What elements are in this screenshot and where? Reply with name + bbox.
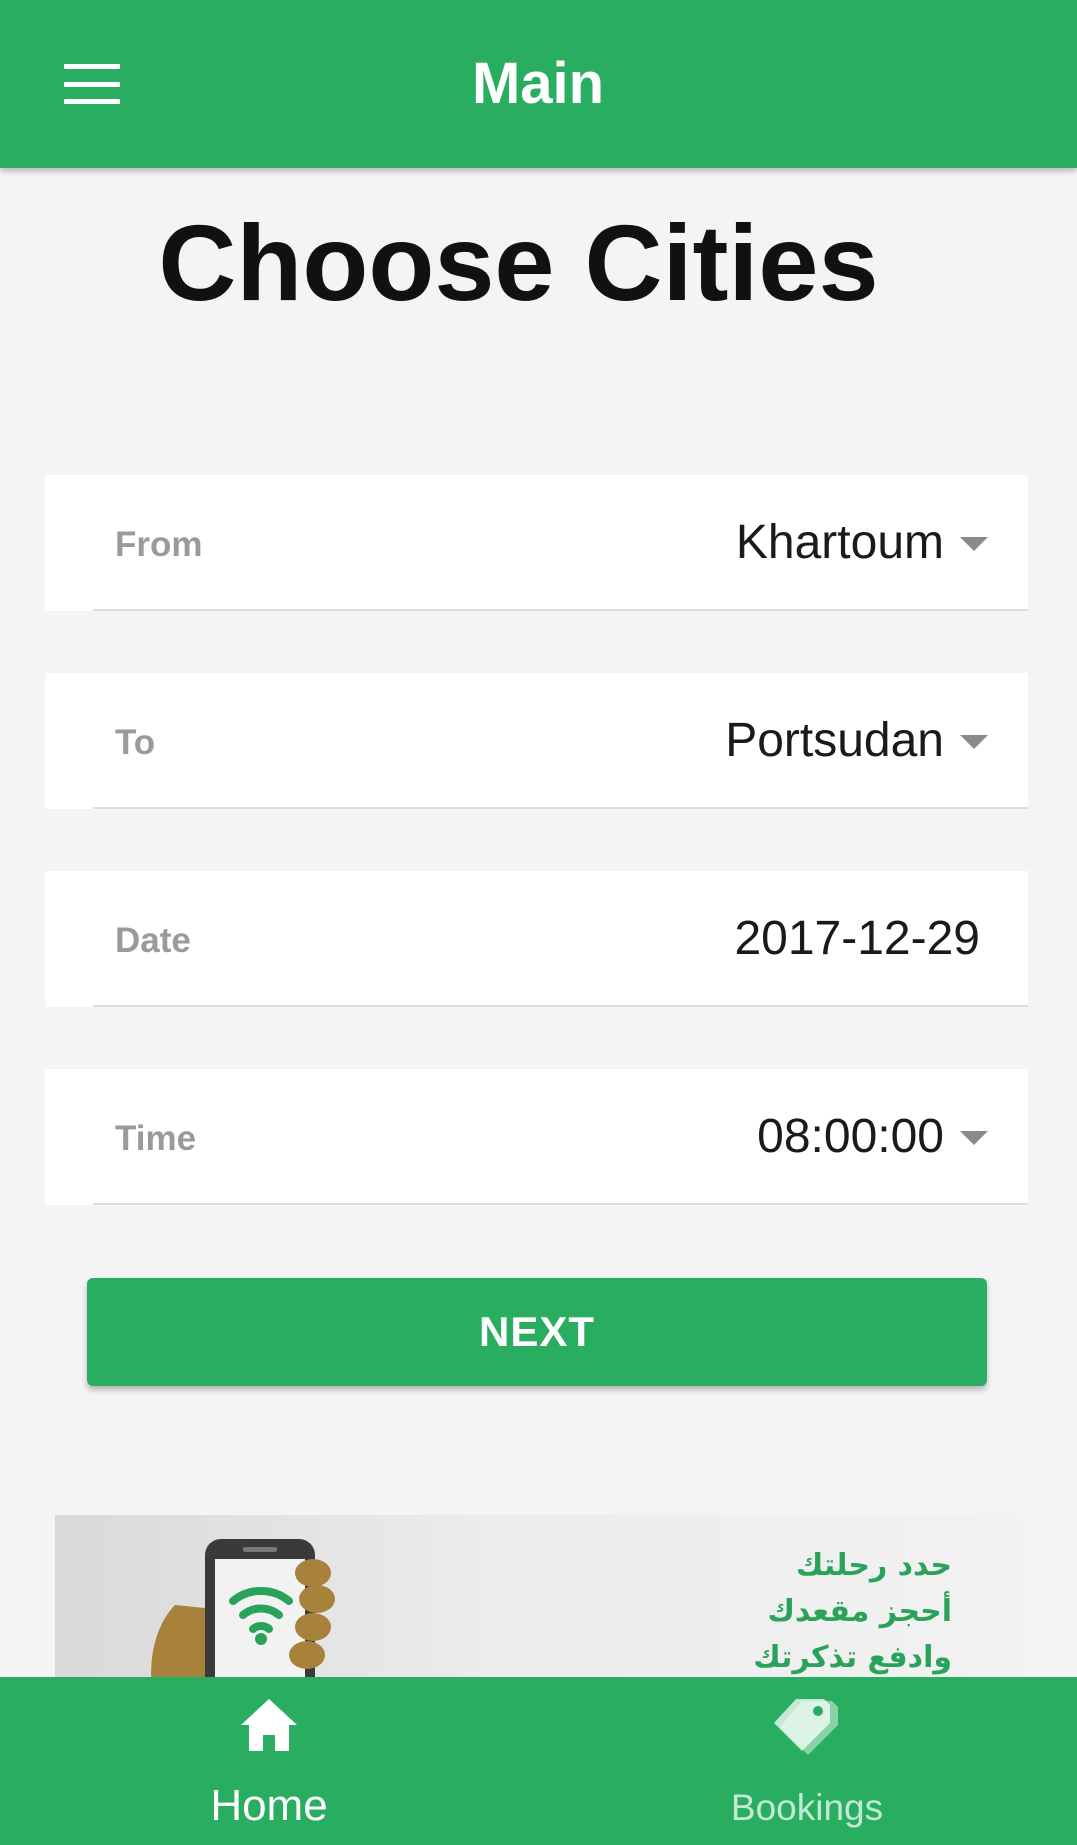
bottom-navigation: Home Bookings: [0, 1677, 1077, 1845]
nav-label-bookings: Bookings: [730, 1787, 884, 1828]
home-icon: [241, 1699, 297, 1751]
dropdown-caret-icon[interactable]: [960, 1131, 988, 1145]
tags-icon: [774, 1699, 838, 1755]
nav-item-home[interactable]: Home: [0, 1677, 538, 1845]
app-bar-title: Main: [471, 51, 605, 116]
nav-item-bookings[interactable]: Bookings: [538, 1677, 1076, 1845]
phone-wifi-icon: [151, 1539, 335, 1685]
app-bar: Main: [0, 0, 1077, 168]
dropdown-caret-icon[interactable]: [960, 537, 988, 551]
from-label: From: [115, 525, 203, 564]
date-value: 2017-12-29: [734, 912, 980, 965]
time-label: Time: [115, 1119, 197, 1158]
banner-line: وادفع تذكرتك: [753, 1640, 952, 1675]
banner-line: حدد رحلتك: [795, 1548, 952, 1583]
to-city-select[interactable]: To Portsudan: [45, 673, 1028, 809]
dropdown-caret-icon[interactable]: [960, 735, 988, 749]
to-value: Portsudan: [725, 714, 944, 767]
from-city-select[interactable]: From Khartoum: [45, 475, 1028, 611]
time-select[interactable]: Time 08:00:00: [45, 1069, 1028, 1205]
nav-label-home: Home: [210, 1781, 328, 1830]
date-label: Date: [115, 921, 191, 960]
time-value: 08:00:00: [757, 1110, 944, 1163]
from-value: Khartoum: [735, 516, 944, 569]
banner-text: حدد رحلتك أحجز مقعدك وادفع تذكرتك: [753, 1543, 952, 1681]
to-label: To: [115, 723, 156, 762]
page-title: Choose Cities: [158, 202, 879, 323]
next-button[interactable]: NEXT: [87, 1278, 987, 1386]
banner-line: أحجز مقعدك: [767, 1594, 952, 1629]
promo-banner[interactable]: حدد رحلتك أحجز مقعدك وادفع تذكرتك: [55, 1515, 1022, 1685]
date-field[interactable]: Date 2017-12-29: [45, 871, 1028, 1007]
